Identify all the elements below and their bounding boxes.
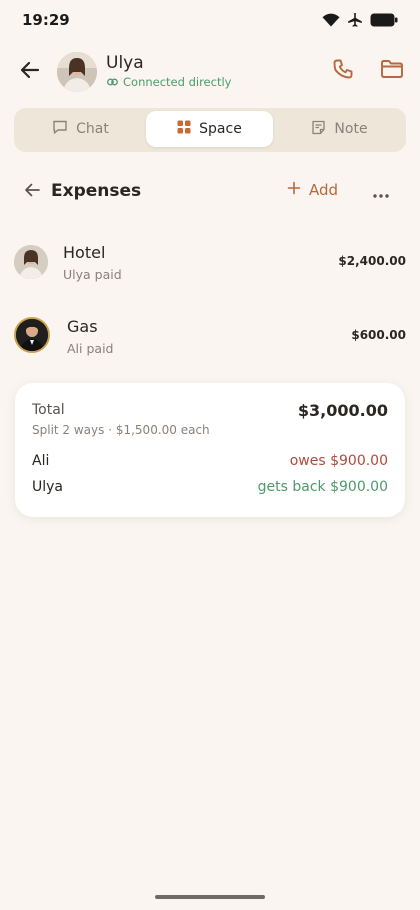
grid-icon (177, 120, 191, 138)
back-button[interactable] (16, 58, 44, 86)
tab-note[interactable]: Note (276, 111, 403, 147)
arrow-left-icon (19, 59, 41, 85)
expenses-title: Expenses (51, 181, 142, 201)
folder-icon (380, 59, 404, 83)
wifi-icon (322, 13, 340, 27)
expense-amount: $600.00 (351, 328, 406, 342)
split-details: Split 2 ways · $1,500.00 each (32, 423, 210, 437)
expenses-toolbar: Expenses Add (0, 172, 420, 212)
note-icon (311, 120, 326, 139)
split-summary-card: Total $3,000.00 Split 2 ways · $1,500.00… (15, 383, 405, 517)
tab-chat[interactable]: Chat (17, 111, 144, 147)
contact-name: Ulya (106, 53, 144, 73)
contact-avatar[interactable] (57, 52, 97, 92)
chat-bubble-icon (52, 119, 68, 139)
add-expense-button[interactable]: Add (287, 181, 338, 199)
tab-space-label: Space (199, 121, 242, 137)
arrow-left-icon (23, 181, 41, 203)
view-tabs: Chat Space Note (14, 108, 406, 152)
balance-person: Ali (32, 453, 50, 469)
avatar (14, 317, 50, 353)
airplane-icon (347, 12, 363, 28)
phone-icon (332, 58, 354, 84)
avatar (14, 245, 48, 279)
status-icons (322, 12, 398, 28)
connection-status: Connected directly (107, 75, 231, 89)
expense-name: Gas (67, 317, 98, 336)
more-horizontal-icon (373, 183, 389, 202)
tab-chat-label: Chat (76, 121, 109, 137)
chat-header: Ulya Connected directly (0, 50, 420, 94)
connection-status-text: Connected directly (123, 75, 232, 89)
status-time: 19:29 (22, 11, 70, 29)
balance-owes: owes $900.00 (289, 453, 388, 469)
expense-name: Hotel (63, 243, 106, 262)
expenses-back-button[interactable] (20, 180, 44, 204)
balance-row: Ulya gets back $900.00 (32, 479, 388, 499)
expense-item-hotel[interactable]: Hotel Ulya paid $2,400.00 (0, 232, 420, 292)
balance-person: Ulya (32, 479, 64, 495)
tab-note-label: Note (334, 121, 368, 137)
expense-payer: Ulya paid (63, 267, 122, 282)
tab-space[interactable]: Space (146, 111, 273, 147)
expense-item-gas[interactable]: Gas Ali paid $600.00 (0, 306, 420, 366)
home-indicator[interactable] (155, 895, 265, 899)
plus-icon (287, 181, 301, 199)
expense-payer: Ali paid (67, 341, 114, 356)
files-button[interactable] (378, 58, 406, 84)
expense-amount: $2,400.00 (338, 254, 406, 268)
more-options-button[interactable] (370, 182, 392, 202)
link-icon (107, 75, 118, 89)
status-bar: 19:29 (0, 0, 420, 40)
battery-icon (370, 13, 398, 27)
total-label: Total (32, 402, 65, 418)
add-expense-label: Add (309, 181, 339, 199)
balance-row: Ali owes $900.00 (32, 453, 388, 473)
total-value: $3,000.00 (297, 401, 388, 420)
call-button[interactable] (330, 58, 356, 84)
balance-gets-back: gets back $900.00 (257, 479, 388, 495)
